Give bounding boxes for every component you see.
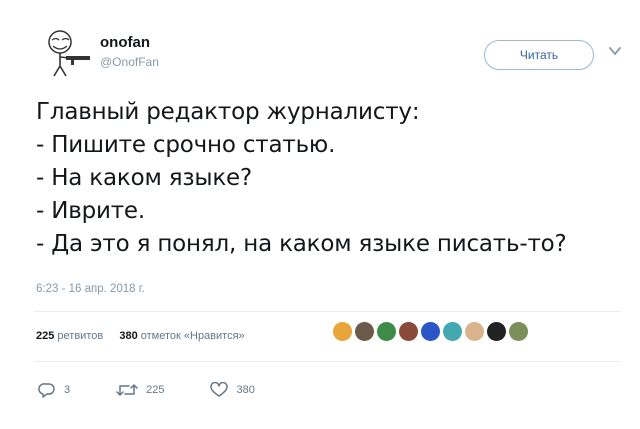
liker-avatar[interactable] <box>333 322 352 341</box>
likes-label[interactable]: отметок «Нравится» <box>141 330 245 342</box>
trollface-gunman-icon <box>48 30 90 77</box>
follow-button[interactable]: Читать <box>484 40 594 70</box>
divider <box>34 361 620 362</box>
tweet-line: - Иврите. <box>36 198 145 224</box>
liker-avatar[interactable] <box>443 322 462 341</box>
tweet-line: - Да это я понял, на каком языке писать-… <box>36 231 567 257</box>
tweet-actions: 3 225 380 <box>38 382 301 398</box>
reply-button[interactable]: 3 <box>38 382 70 398</box>
reply-icon <box>38 383 55 398</box>
tweet-stats: 225 ретвитов 380 отметок «Нравится» <box>36 330 245 342</box>
liker-avatar[interactable] <box>509 322 528 341</box>
liker-avatar[interactable] <box>465 322 484 341</box>
divider <box>34 311 620 312</box>
user-handle[interactable]: @OnofFan <box>100 55 159 69</box>
retweets-count[interactable]: 225 <box>36 330 54 342</box>
heart-icon <box>210 382 229 397</box>
liker-avatars <box>333 322 528 341</box>
liker-avatar[interactable] <box>421 322 440 341</box>
like-button[interactable]: 380 <box>210 382 255 398</box>
chevron-down-icon[interactable] <box>608 44 622 58</box>
display-name[interactable]: onofan <box>100 34 150 51</box>
retweet-button[interactable]: 225 <box>116 382 164 398</box>
likes-count[interactable]: 380 <box>119 330 137 342</box>
tweet-line: - На каком языке? <box>36 165 252 191</box>
tweet-line: - Пишите срочно статью. <box>36 132 336 158</box>
liker-avatar[interactable] <box>399 322 418 341</box>
tweet-line: Главный редактор журналисту: <box>36 99 420 125</box>
tweet-timestamp[interactable]: 6:23 - 16 апр. 2018 г. <box>36 283 145 295</box>
retweets-label[interactable]: ретвитов <box>57 330 103 342</box>
retweet-icon <box>116 384 138 396</box>
liker-avatar[interactable] <box>487 322 506 341</box>
liker-avatar[interactable] <box>355 322 374 341</box>
avatar[interactable] <box>38 28 94 78</box>
reply-count: 3 <box>64 384 71 396</box>
retweet-count: 225 <box>146 384 165 396</box>
like-count: 380 <box>236 384 255 396</box>
liker-avatar[interactable] <box>377 322 396 341</box>
tweet-text: Главный редактор журналисту: - Пишите ср… <box>36 96 636 261</box>
